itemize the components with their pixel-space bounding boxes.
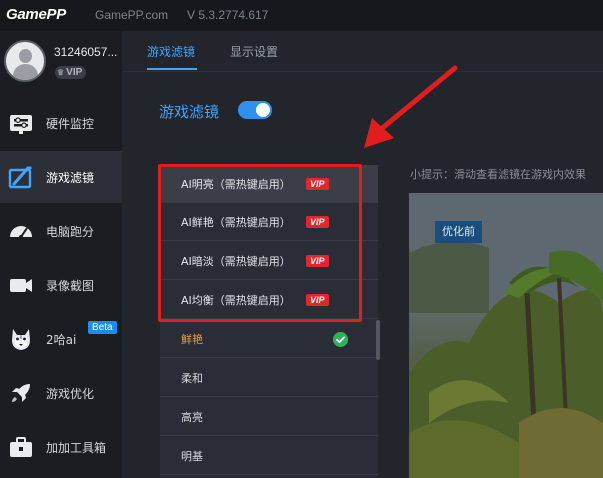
filter-item-soft[interactable]: 柔和 [160,359,378,397]
vip-badge-label: VIP [66,67,83,78]
filter-item-vivid[interactable]: 鲜艳 [160,320,378,358]
video-camera-icon [10,279,32,292]
sidebar-item-label: 电脑跑分 [46,225,95,239]
filter-section-title: 游戏滤镜 [159,103,220,121]
sidebar-item-label: 2哈ai [46,333,77,347]
annotation-arrow-icon [364,65,458,148]
before-tag: 优化前 [435,221,482,243]
sidebar-item-recording[interactable]: 录像截图 [0,259,122,311]
hint-text: 小提示：滑动查看滤镜在游戏内效果 [410,168,586,181]
sidebar-item-label: 加加工具箱 [46,441,107,455]
sidebar-item-label: 游戏优化 [46,387,95,401]
toolbox-icon [10,437,32,457]
tab-game-filter[interactable]: 游戏滤镜 [147,43,195,60]
hardware-monitor-icon [10,115,32,134]
vip-badge: ♛ VIP [55,66,87,79]
sidebar-item-label: 录像截图 [46,279,95,293]
check-icon [333,332,348,347]
main-tab-bar: 游戏滤镜 显示设置 [122,31,603,72]
filter-label: 高亮 [181,411,203,424]
filter-item-benq[interactable]: 明基 [160,437,378,475]
sidebar-item-ai[interactable]: 2哈ai Beta [0,313,122,365]
game-filter-icon [8,166,32,189]
filter-toggle[interactable] [238,101,272,119]
beta-badge: Beta [88,321,117,334]
sidebar-item-toolbox[interactable]: 加加工具箱 [0,421,122,473]
benchmark-gauge-icon [10,226,32,239]
sidebar-item-game-optimize[interactable]: 游戏优化 [0,367,122,419]
title-bar: GamePP GamePP.com V 5.3.2774.617 [0,0,603,31]
filter-label: AI暗淡（需热键启用） [181,255,291,268]
filter-item-ai-balanced[interactable]: AI均衡（需热键启用） VIP [160,281,378,319]
active-tab-indicator [147,68,197,70]
filter-list-scrollbar[interactable] [376,320,380,360]
vip-tag: VIP [306,178,329,190]
filter-label: AI鲜艳（需热键启用） [181,216,291,229]
sidebar-item-game-filter[interactable]: 游戏滤镜 [0,151,122,203]
rocket-icon [12,384,30,402]
sidebar: 31246057... ♛ VIP 硬件监控 游戏滤镜 电脑跑分 录像截图 2哈… [0,31,122,478]
filter-item-highlight[interactable]: 高亮 [160,398,378,436]
sidebar-item-benchmark[interactable]: 电脑跑分 [0,205,122,257]
filter-label: 明基 [181,450,203,463]
app-version: V 5.3.2774.617 [187,8,269,22]
filter-item-ai-bright[interactable]: AI明亮（需热键启用） VIP [160,165,378,203]
avatar[interactable] [4,40,46,82]
tab-display-settings[interactable]: 显示设置 [230,43,278,60]
filter-item-ai-dim[interactable]: AI暗淡（需热键启用） VIP [160,242,378,280]
filter-label: AI明亮（需热键启用） [181,178,291,191]
crown-icon: ♛ [57,68,65,77]
filter-item-ai-vivid[interactable]: AI鲜艳（需热键启用） VIP [160,203,378,241]
sidebar-item-label: 游戏滤镜 [46,171,95,185]
app-logo: GamePP [6,6,66,23]
filter-label: 柔和 [181,372,203,385]
filter-list: AI明亮（需热键启用） VIP AI鲜艳（需热键启用） VIP AI暗淡（需热键… [160,165,378,478]
toggle-knob [256,103,270,117]
vip-tag: VIP [306,216,329,228]
filter-label: 鲜艳 [181,333,203,346]
user-panel[interactable]: 31246057... ♛ VIP [0,31,122,91]
filter-preview-image[interactable]: 优化前 [409,193,603,478]
site-url: GamePP.com [95,8,169,22]
filter-label: AI均衡（需热键启用） [181,294,291,307]
user-id: 31246057... [54,45,118,59]
vip-tag: VIP [306,294,329,306]
husky-ai-icon [12,329,30,350]
sidebar-item-label: 硬件监控 [46,117,95,131]
vip-tag: VIP [306,255,329,267]
sidebar-item-hardware-monitor[interactable]: 硬件监控 [0,97,122,149]
